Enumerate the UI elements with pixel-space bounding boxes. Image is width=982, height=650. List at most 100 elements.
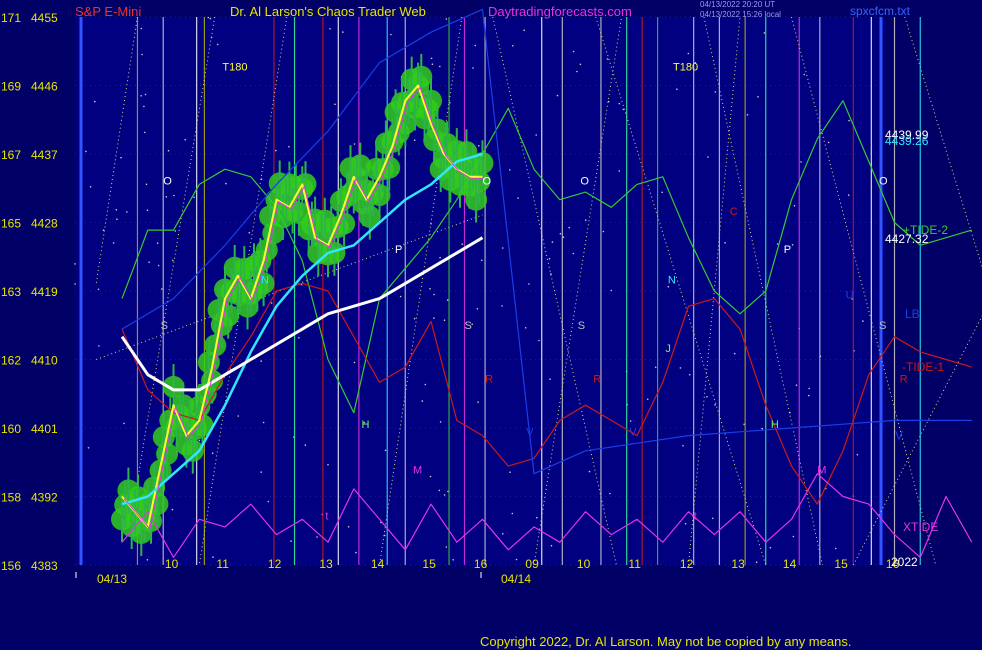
grid-dot xyxy=(399,295,402,298)
left-axis-label: 169 xyxy=(1,80,21,94)
grid-dot xyxy=(161,288,163,290)
grid-dot xyxy=(211,452,214,455)
grid-dot xyxy=(609,492,611,495)
grid-dot xyxy=(724,242,726,244)
hour-tick-label: 16 xyxy=(474,557,488,571)
hour-tick-label: 12 xyxy=(680,557,694,571)
grid-dot xyxy=(353,361,356,364)
grid-dot xyxy=(225,182,227,185)
grid-dot xyxy=(733,352,736,355)
grid-dot xyxy=(433,317,435,319)
hour-tick-label: 14 xyxy=(371,557,385,571)
grid-dot xyxy=(144,93,147,96)
grid-dot xyxy=(707,156,709,158)
grid-dot xyxy=(143,105,145,108)
marker-label-u: U xyxy=(846,290,854,302)
grid-dot xyxy=(445,18,448,20)
grid-dot xyxy=(568,226,570,229)
grid-dot xyxy=(572,50,575,53)
grid-dot xyxy=(144,131,146,134)
grid-dot xyxy=(355,551,357,554)
chart-svg: T180 T180 O O O O S S S S N N P P H H J R R R C M Mt t V V U 171 445… xyxy=(1,8,982,586)
grid-dot xyxy=(755,561,758,563)
grid-dot xyxy=(304,444,307,446)
marker-label-o: O xyxy=(879,175,888,187)
grid-dot xyxy=(684,522,687,525)
left-axis-label: 158 xyxy=(1,491,21,505)
grid-dot xyxy=(524,327,527,329)
price-axis-label: 4455 xyxy=(31,11,58,25)
marker-label-p: P xyxy=(395,244,402,256)
grid-dot xyxy=(746,114,749,116)
site-title: Dr. Al Larson's Chaos Trader Web xyxy=(230,4,426,19)
grid-dot xyxy=(528,283,530,285)
grid-dot xyxy=(85,150,87,153)
grid-dot xyxy=(439,421,442,423)
grid-dot xyxy=(174,230,177,232)
grid-dot xyxy=(430,57,433,60)
grid-dot xyxy=(761,427,763,430)
marker-label-o: O xyxy=(163,175,172,187)
grid-dot xyxy=(97,288,100,291)
grid-dot xyxy=(431,63,434,65)
price-axis-label: 4392 xyxy=(31,491,58,505)
hour-tick-label: 12 xyxy=(268,557,282,571)
marker-label-r: R xyxy=(900,373,908,385)
grid-dot xyxy=(714,404,716,406)
grid-dot xyxy=(517,197,519,199)
marker-label-c: C xyxy=(730,206,738,218)
grid-dot xyxy=(98,345,100,347)
grid-dot xyxy=(198,439,201,442)
grid-dot xyxy=(834,547,837,550)
right-value-label: LB xyxy=(905,307,920,321)
site-url[interactable]: Daytradingforecasts.com xyxy=(488,4,632,19)
grid-dot xyxy=(353,143,356,145)
price-axis-label: 4401 xyxy=(31,422,58,436)
grid-dot xyxy=(511,512,514,515)
grid-dot xyxy=(260,471,263,473)
grid-dot xyxy=(123,422,125,425)
grid-dot xyxy=(248,231,251,234)
grid-dot xyxy=(511,45,514,47)
grid-dot xyxy=(316,536,318,538)
marker-label-t: t xyxy=(325,510,328,522)
left-axis-label: 162 xyxy=(1,354,21,368)
grid-dot xyxy=(237,415,239,417)
grid-dot xyxy=(74,263,76,265)
grid-dot xyxy=(384,449,387,452)
hour-tick-label: 13 xyxy=(731,557,745,571)
grid-dot xyxy=(549,378,551,381)
grid-dot xyxy=(706,396,708,398)
hour-tick-label: 11 xyxy=(216,557,229,571)
grid-dot xyxy=(156,242,159,244)
grid-dot xyxy=(413,139,416,141)
grid-dot xyxy=(193,196,195,199)
grid-dot xyxy=(173,194,175,197)
marker-label-s: S xyxy=(578,320,585,332)
price-axis-label: 4446 xyxy=(31,80,58,94)
marker-label-s: S xyxy=(464,320,471,332)
marker-label-v: V xyxy=(629,427,637,439)
grid-dot xyxy=(439,256,441,259)
grid-dot xyxy=(501,305,503,307)
grid-dot xyxy=(688,373,691,376)
left-axis-label: 167 xyxy=(1,148,21,162)
grid-dot xyxy=(260,360,263,362)
grid-dot xyxy=(288,145,290,148)
marker-label-t: t xyxy=(694,510,697,522)
grid-dot xyxy=(535,134,537,136)
grid-dot xyxy=(559,232,562,235)
hour-tick-label: 09 xyxy=(525,557,539,571)
grid-dot xyxy=(443,494,446,496)
grid-dot xyxy=(140,95,142,97)
marker-label-r: R xyxy=(485,373,493,385)
marker-label-t180: T180 xyxy=(222,61,247,73)
grid-dot xyxy=(548,257,551,260)
date-label: 04/13 xyxy=(97,572,127,586)
hour-tick-label: 10 xyxy=(577,557,591,571)
marker-label-s: S xyxy=(161,320,168,332)
grid-dot xyxy=(87,447,90,449)
grid-dot xyxy=(120,156,122,159)
right-value-label: 4427.32 xyxy=(885,232,929,246)
grid-dot xyxy=(172,259,174,262)
